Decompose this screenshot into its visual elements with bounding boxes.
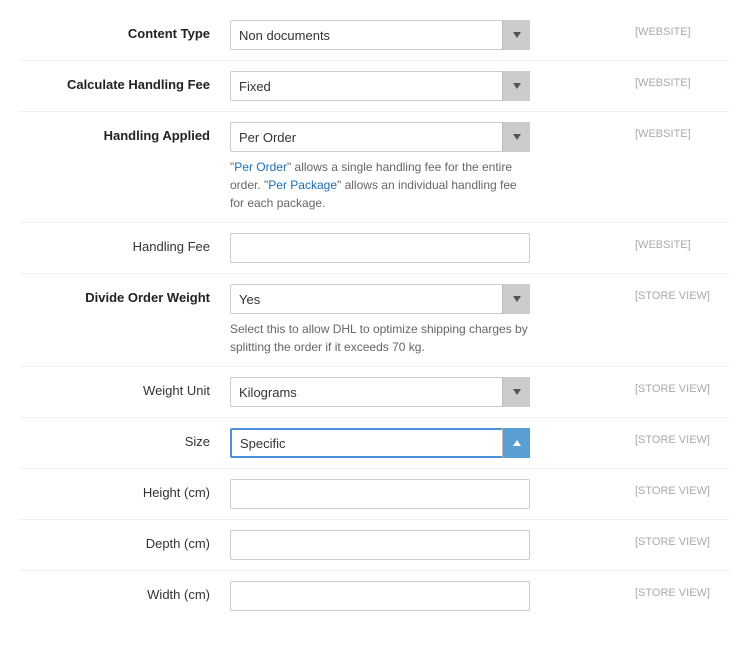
- label-divide-order-weight: Divide Order Weight: [20, 284, 230, 305]
- input-col-handling-fee: [230, 233, 620, 263]
- label-handling-fee: Handling Fee: [20, 233, 230, 254]
- scope-depth: [STORE VIEW]: [620, 530, 730, 548]
- select-calculate-handling-fee[interactable]: FixedPercent: [230, 71, 530, 101]
- scope-height: [STORE VIEW]: [620, 479, 730, 497]
- scope-calculate-handling-fee: [WEBSITE]: [620, 71, 730, 89]
- scope-handling-fee: [WEBSITE]: [620, 233, 730, 251]
- input-col-size: SpecificRegular: [230, 428, 620, 458]
- label-depth: Depth (cm): [20, 530, 230, 551]
- select-wrapper-calculate-handling-fee: FixedPercent: [230, 71, 530, 101]
- input-col-handling-applied: Per OrderPer Package "Per Order" allows a…: [230, 122, 620, 212]
- select-size[interactable]: SpecificRegular: [230, 428, 530, 458]
- input-col-divide-order-weight: YesNo Select this to allow DHL to optimiz…: [230, 284, 620, 356]
- input-col-weight-unit: KilogramsPounds: [230, 377, 620, 407]
- label-width: Width (cm): [20, 581, 230, 602]
- select-content-type[interactable]: Non documentsDocuments: [230, 20, 530, 50]
- scope-size: [STORE VIEW]: [620, 428, 730, 446]
- row-calculate-handling-fee: Calculate Handling FeeFixedPercent [WEBSI…: [20, 61, 730, 112]
- select-wrapper-weight-unit: KilogramsPounds: [230, 377, 530, 407]
- select-weight-unit[interactable]: KilogramsPounds: [230, 377, 530, 407]
- select-wrapper-size: SpecificRegular: [230, 428, 530, 458]
- input-handling-fee[interactable]: [230, 233, 530, 263]
- settings-form: Content TypeNon documentsDocuments [WEBSI…: [0, 0, 750, 631]
- input-col-calculate-handling-fee: FixedPercent: [230, 71, 620, 101]
- row-depth: Depth (cm) [STORE VIEW]: [20, 520, 730, 571]
- label-handling-applied: Handling Applied: [20, 122, 230, 143]
- input-col-depth: [230, 530, 620, 560]
- row-content-type: Content TypeNon documentsDocuments [WEBSI…: [20, 10, 730, 61]
- input-depth[interactable]: [230, 530, 530, 560]
- row-handling-fee: Handling Fee [WEBSITE]: [20, 223, 730, 274]
- select-wrapper-divide-order-weight: YesNo: [230, 284, 530, 314]
- select-wrapper-content-type: Non documentsDocuments: [230, 20, 530, 50]
- select-handling-applied[interactable]: Per OrderPer Package: [230, 122, 530, 152]
- scope-weight-unit: [STORE VIEW]: [620, 377, 730, 395]
- scope-handling-applied: [WEBSITE]: [620, 122, 730, 140]
- scope-divide-order-weight: [STORE VIEW]: [620, 284, 730, 302]
- input-width[interactable]: [230, 581, 530, 611]
- row-width: Width (cm) [STORE VIEW]: [20, 571, 730, 621]
- row-weight-unit: Weight UnitKilogramsPounds [STORE VIEW]: [20, 367, 730, 418]
- hint-handling-applied: "Per Order" allows a single handling fee…: [230, 158, 530, 212]
- input-col-width: [230, 581, 620, 611]
- scope-width: [STORE VIEW]: [620, 581, 730, 599]
- scope-content-type: [WEBSITE]: [620, 20, 730, 38]
- row-divide-order-weight: Divide Order WeightYesNo Select this to a…: [20, 274, 730, 367]
- label-height: Height (cm): [20, 479, 230, 500]
- select-wrapper-handling-applied: Per OrderPer Package: [230, 122, 530, 152]
- input-col-content-type: Non documentsDocuments: [230, 20, 620, 50]
- select-divide-order-weight[interactable]: YesNo: [230, 284, 530, 314]
- row-handling-applied: Handling AppliedPer OrderPer Package "Per…: [20, 112, 730, 223]
- input-col-height: [230, 479, 620, 509]
- input-height[interactable]: [230, 479, 530, 509]
- row-height: Height (cm) [STORE VIEW]: [20, 469, 730, 520]
- label-weight-unit: Weight Unit: [20, 377, 230, 398]
- label-content-type: Content Type: [20, 20, 230, 41]
- row-size: SizeSpecificRegular [STORE VIEW]: [20, 418, 730, 469]
- label-size: Size: [20, 428, 230, 449]
- label-calculate-handling-fee: Calculate Handling Fee: [20, 71, 230, 92]
- hint-divide-order-weight: Select this to allow DHL to optimize shi…: [230, 320, 530, 356]
